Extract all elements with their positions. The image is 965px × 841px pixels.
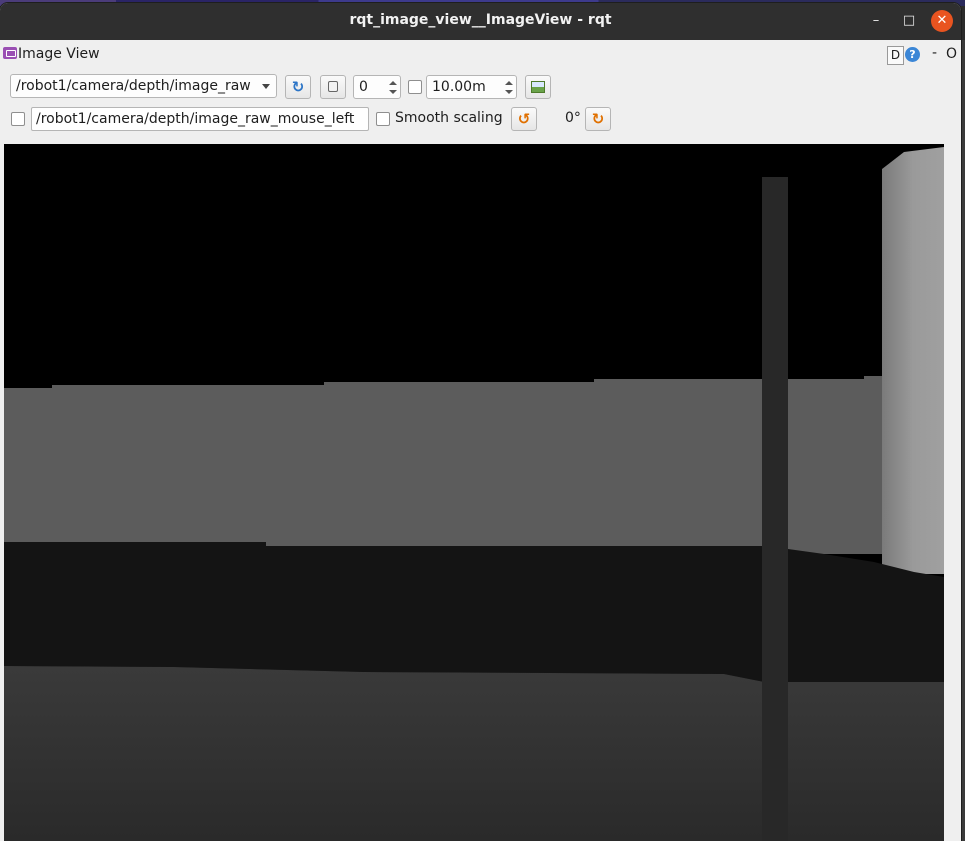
max-range-spinbox[interactable]: 10.00m	[426, 75, 517, 99]
depth-image	[4, 144, 944, 841]
pause-icon	[328, 81, 338, 92]
plugin-title: Image View	[18, 46, 100, 62]
mouse-topic-value: /robot1/camera/depth/image_raw_mouse_lef…	[36, 111, 355, 127]
plugin-header: Image View D ? - O	[0, 43, 961, 67]
smooth-scaling-label: Smooth scaling	[395, 110, 503, 126]
smooth-scaling-checkbox[interactable]	[376, 112, 390, 126]
rotation-label: 0°	[565, 110, 581, 126]
minimize-button[interactable]: –	[865, 10, 887, 32]
spin-down-icon[interactable]	[389, 90, 397, 94]
rotate-left-button[interactable]: ↺	[511, 107, 537, 131]
depth-image-view[interactable]	[4, 144, 944, 841]
spin-up-icon[interactable]	[505, 81, 513, 85]
number-value: 0	[359, 79, 368, 95]
pause-button[interactable]	[320, 75, 346, 99]
image-view-icon	[3, 47, 17, 59]
spin-down-icon[interactable]	[505, 90, 513, 94]
dynamic-range-checkbox[interactable]	[408, 80, 422, 94]
topic-combobox[interactable]: /robot1/camera/depth/image_raw	[10, 74, 277, 98]
rqt-window: rqt_image_view__ImageView - rqt – □ ✕ Im…	[0, 3, 961, 841]
refresh-topics-button[interactable]: ↻	[285, 75, 311, 99]
number-spinbox[interactable]: 0	[353, 75, 401, 99]
spin-up-icon[interactable]	[389, 81, 397, 85]
close-plugin-button[interactable]: O	[946, 46, 957, 62]
max-range-value: 10.00m	[432, 79, 486, 95]
topic-value: /robot1/camera/depth/image_raw	[16, 78, 251, 94]
help-icon[interactable]: ?	[905, 47, 920, 62]
dock-d-button[interactable]: D	[887, 46, 904, 65]
minimize-plugin-button[interactable]: -	[932, 45, 937, 61]
maximize-button[interactable]: □	[898, 10, 920, 32]
window-title: rqt_image_view__ImageView - rqt	[349, 12, 612, 28]
close-button[interactable]: ✕	[931, 10, 953, 32]
chevron-down-icon	[262, 84, 270, 89]
publish-click-checkbox[interactable]	[11, 112, 25, 126]
rotate-right-button[interactable]: ↻	[585, 107, 611, 131]
mouse-topic-input[interactable]: /robot1/camera/depth/image_raw_mouse_lef…	[31, 107, 369, 131]
save-image-icon	[531, 81, 545, 93]
window-titlebar[interactable]: rqt_image_view__ImageView - rqt – □ ✕	[0, 3, 961, 40]
save-image-button[interactable]	[525, 75, 551, 99]
